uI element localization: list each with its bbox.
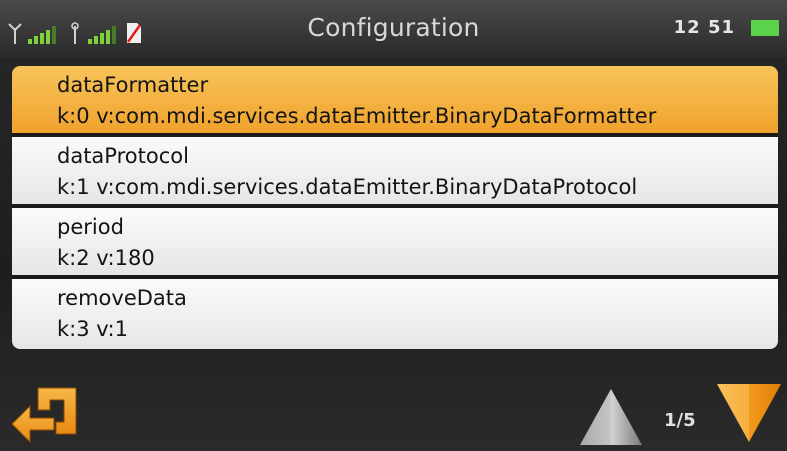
up-arrow-icon xyxy=(580,389,642,445)
clock: 12 51 xyxy=(673,17,735,38)
config-item-removedata[interactable]: removeData k:3 v:1 xyxy=(12,279,778,349)
config-list: dataFormatter k:0 v:com.mdi.services.dat… xyxy=(12,66,778,349)
status-bar: Configuration 12 51 xyxy=(0,0,787,58)
config-item-dataformatter[interactable]: dataFormatter k:0 v:com.mdi.services.dat… xyxy=(12,66,778,137)
config-item-dataprotocol[interactable]: dataProtocol k:1 v:com.mdi.services.data… xyxy=(12,137,778,208)
config-item-name: period xyxy=(57,215,124,239)
config-item-name: dataFormatter xyxy=(57,73,209,97)
config-item-value: k:2 v:180 xyxy=(57,246,155,270)
bottom-bar: 1/5 xyxy=(0,372,787,448)
config-item-value: k:0 v:com.mdi.services.dataEmitter.Binar… xyxy=(57,104,657,128)
back-button[interactable] xyxy=(8,374,84,446)
config-item-period[interactable]: period k:2 v:180 xyxy=(12,208,778,279)
back-arrow-icon xyxy=(11,387,77,444)
screen-title: Configuration xyxy=(307,13,480,42)
down-arrow-icon xyxy=(717,384,781,442)
config-item-name: removeData xyxy=(57,286,187,310)
config-item-value: k:1 v:com.mdi.services.dataEmitter.Binar… xyxy=(57,175,638,199)
battery-icon xyxy=(751,20,779,36)
device-screen: Configuration 12 51 dataFormatter k:0 v:… xyxy=(0,0,787,448)
page-indicator: 1/5 xyxy=(664,410,696,431)
scroll-down-button[interactable] xyxy=(715,380,783,444)
scroll-up-button[interactable] xyxy=(578,387,644,447)
config-item-value: k:3 v:1 xyxy=(57,317,128,341)
config-item-name: dataProtocol xyxy=(57,144,189,168)
